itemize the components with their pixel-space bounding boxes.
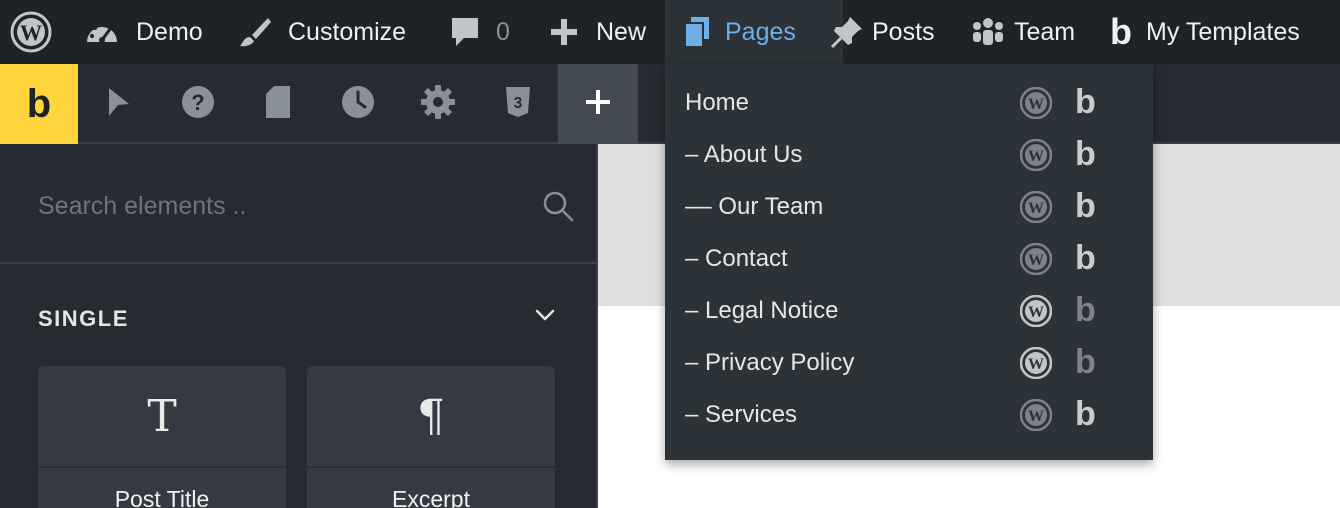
wordpress-logo-button[interactable]: W — [10, 0, 56, 64]
css-button[interactable]: 3 — [478, 64, 558, 144]
search-elements-input[interactable] — [38, 184, 538, 228]
elements-button[interactable] — [78, 64, 158, 144]
pushpin-icon — [830, 15, 864, 49]
posts-label: Posts — [872, 17, 935, 46]
page-title: –– Our Team — [685, 193, 824, 220]
page-title: – About Us — [685, 141, 803, 168]
page-menu-item[interactable]: – Privacy Policy W b — [665, 337, 1153, 389]
comment-bubble-icon — [450, 16, 480, 48]
pages-menu[interactable]: Pages — [665, 0, 843, 64]
page-menu-item[interactable]: – Services W b — [665, 389, 1153, 441]
team-groups-icon — [972, 17, 1004, 47]
bricks-edit-icon[interactable]: b — [1075, 85, 1096, 119]
chevron-down-icon — [534, 308, 556, 327]
my-templates-menu[interactable]: b My Templates — [1110, 0, 1300, 64]
wp-admin-bar: W Demo Customize 0 New Pages Posts Team … — [0, 0, 1340, 64]
bricks-logo-icon: b — [1110, 11, 1132, 52]
page-menu-item[interactable]: –– Our Team W b — [665, 181, 1153, 233]
team-label: Team — [1014, 17, 1076, 46]
site-name-label: Demo — [136, 17, 203, 46]
bricks-edit-icon[interactable]: b — [1075, 241, 1096, 275]
page-menu-item[interactable]: – About Us W b — [665, 129, 1153, 181]
bricks-edit-icon[interactable]: b — [1075, 397, 1096, 431]
wordpress-edit-icon[interactable]: W — [1019, 346, 1053, 384]
card-divider — [307, 466, 555, 468]
page-menu-item[interactable]: – Contact W b — [665, 233, 1153, 285]
pages-button[interactable] — [238, 64, 318, 144]
svg-text:W: W — [1028, 408, 1044, 425]
page-document-icon — [264, 84, 292, 125]
svg-text:W: W — [1028, 304, 1044, 321]
comments-link[interactable]: 0 — [450, 0, 510, 64]
page-menu-item[interactable]: – Legal Notice W b — [665, 285, 1153, 337]
page-menu-item[interactable]: Home W b — [665, 77, 1153, 129]
text-t-icon: T — [147, 390, 177, 442]
gear-icon — [420, 84, 456, 125]
element-label: Excerpt — [392, 486, 470, 508]
page-title: – Services — [685, 401, 798, 428]
element-label: Post Title — [114, 486, 210, 508]
help-button[interactable]: ? — [158, 64, 238, 144]
page-title: Home — [685, 89, 750, 116]
page-title: – Privacy Policy — [685, 349, 855, 376]
new-content-menu[interactable]: New — [550, 0, 646, 64]
bricks-edit-icon[interactable]: b — [1075, 293, 1096, 327]
paintbrush-icon — [238, 15, 272, 49]
plus-icon — [585, 89, 611, 120]
svg-text:W: W — [1028, 148, 1044, 165]
help-question-icon: ? — [181, 85, 215, 124]
my-templates-label: My Templates — [1146, 17, 1300, 46]
wordpress-logo-icon: W — [10, 11, 52, 53]
svg-text:W: W — [1028, 96, 1044, 113]
settings-button[interactable] — [398, 64, 478, 144]
bricks-logo-button[interactable]: b — [0, 64, 78, 144]
bricks-edit-icon[interactable]: b — [1075, 345, 1096, 379]
svg-text:3: 3 — [514, 95, 523, 112]
pages-label: Pages — [725, 17, 796, 46]
wordpress-edit-icon[interactable]: W — [1019, 242, 1053, 280]
svg-text:W: W — [1028, 200, 1044, 217]
cursor-pointer-icon — [103, 85, 133, 124]
search-icon[interactable] — [542, 190, 574, 227]
pages-icon — [683, 16, 711, 48]
svg-text:W: W — [1028, 252, 1044, 269]
team-menu[interactable]: Team — [972, 0, 1075, 64]
bricks-edit-icon[interactable]: b — [1075, 189, 1096, 223]
group-title: SINGLE — [38, 306, 129, 331]
posts-menu[interactable]: Posts — [830, 0, 935, 64]
wordpress-edit-icon[interactable]: W — [1019, 398, 1053, 436]
page-title: – Contact — [685, 245, 788, 272]
element-excerpt[interactable]: ¶ Excerpt — [307, 366, 555, 508]
svg-text:?: ? — [191, 90, 204, 115]
site-name-menu[interactable]: Demo — [84, 0, 203, 64]
element-post-title[interactable]: T Post Title — [38, 366, 286, 508]
bricks-logo: b — [26, 81, 52, 126]
customize-label: Customize — [288, 17, 407, 46]
card-divider — [38, 466, 286, 468]
bricks-edit-icon[interactable]: b — [1075, 137, 1096, 171]
single-group-header[interactable]: SINGLE — [0, 266, 596, 366]
wordpress-edit-icon[interactable]: W — [1019, 294, 1053, 332]
css3-shield-icon: 3 — [504, 85, 532, 124]
clock-icon — [341, 85, 375, 124]
add-element-button[interactable] — [558, 64, 638, 144]
svg-text:W: W — [20, 20, 42, 45]
comments-count: 0 — [496, 17, 510, 46]
elements-panel: SINGLE T Post Title ¶ Excerpt — [0, 144, 596, 508]
svg-text:W: W — [1028, 356, 1044, 373]
page-title: – Legal Notice — [685, 297, 839, 324]
pages-dropdown: Home W b – About Us W b –– Our Team W b … — [665, 64, 1153, 460]
wordpress-edit-icon[interactable]: W — [1019, 138, 1053, 176]
wordpress-edit-icon[interactable]: W — [1019, 190, 1053, 228]
plus-icon — [550, 18, 578, 46]
new-content-label: New — [596, 17, 647, 46]
history-button[interactable] — [318, 64, 398, 144]
dashboard-gauge-icon — [84, 16, 120, 48]
paragraph-icon: ¶ — [417, 390, 445, 442]
wordpress-edit-icon[interactable]: W — [1019, 86, 1053, 124]
search-bar — [0, 144, 596, 264]
customize-link[interactable]: Customize — [238, 0, 406, 64]
